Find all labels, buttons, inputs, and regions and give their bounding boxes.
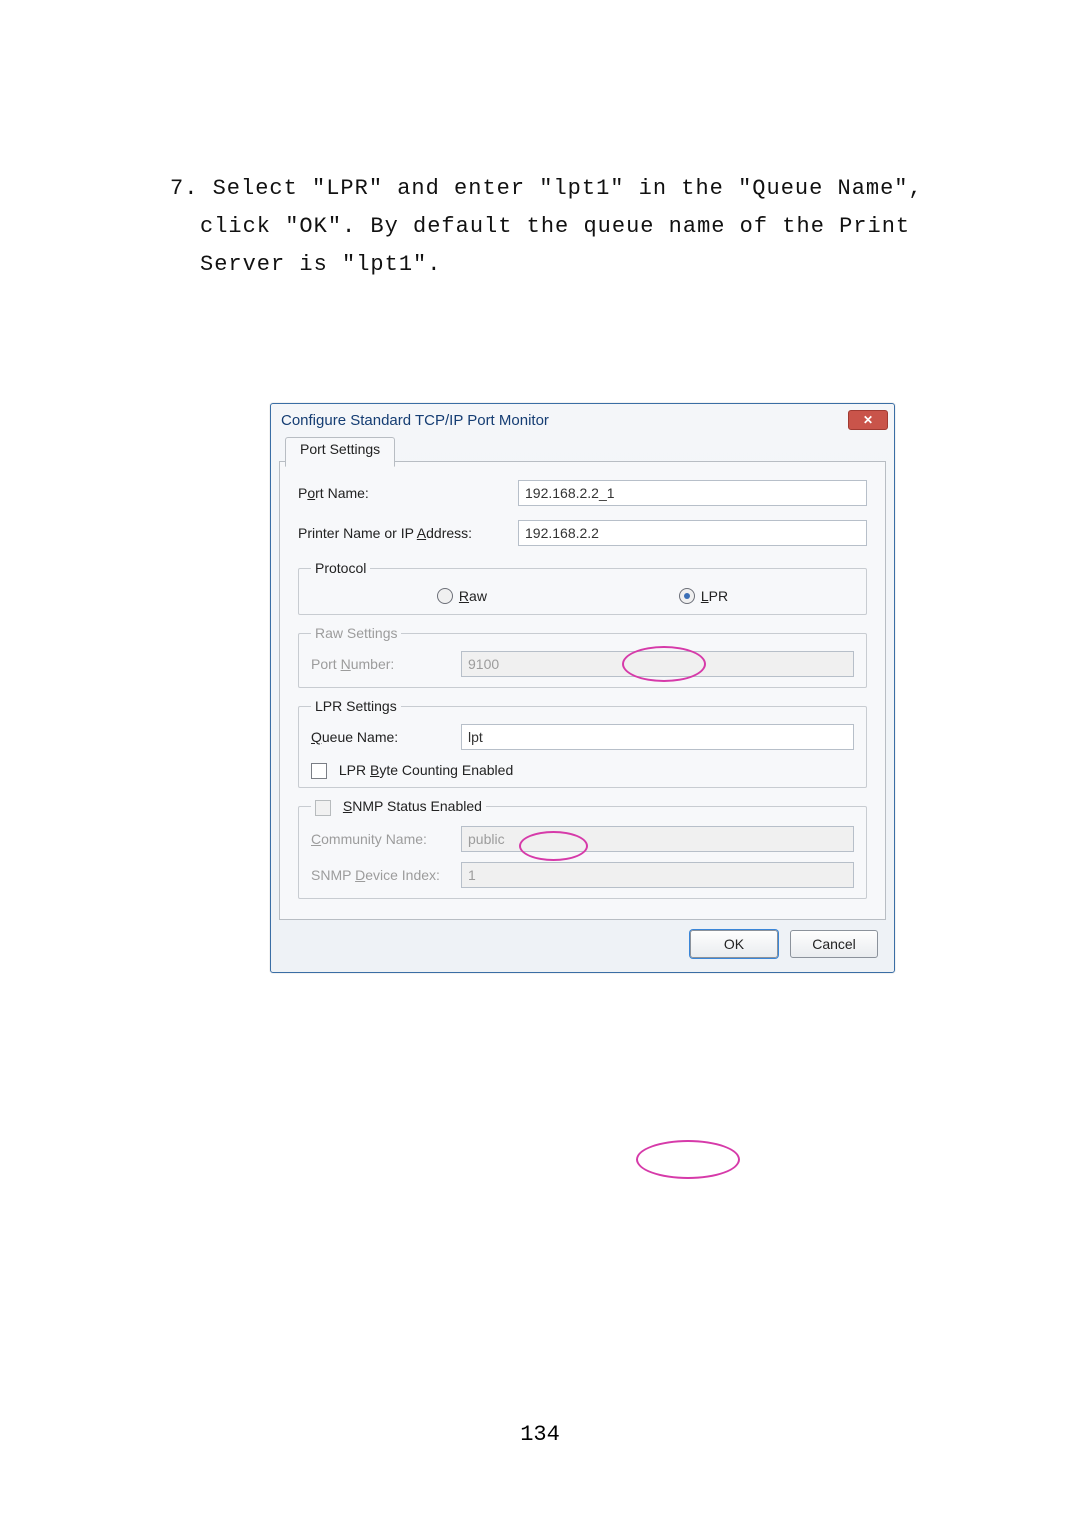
highlight-ok-ellipse [636,1140,740,1179]
page: 7. Select "LPR" and enter "lpt1" in the … [0,0,1080,1527]
lpr-radio[interactable]: LPR [679,588,728,604]
tab-page: Port Name: Printer Name or IP Address: P… [279,461,886,920]
ip-address-label: Printer Name or IP Address: [298,525,518,541]
page-number: 134 [0,1422,1080,1447]
raw-label: Raw [459,588,487,604]
device-index-input [461,862,854,888]
snmp-legend[interactable]: SNMP Status Enabled [311,798,486,815]
lpr-label: LPR [701,588,728,604]
instruction-text: 7. Select "LPR" and enter "lpt1" in the … [200,170,950,284]
raw-settings-fieldset: Raw Settings Port Number: [298,625,867,688]
queue-name-input[interactable] [461,724,854,750]
port-name-label: Port Name: [298,485,518,501]
snmp-fieldset: SNMP Status Enabled Community Name: SNMP… [298,798,867,898]
dialog-title: Configure Standard TCP/IP Port Monitor [281,412,549,429]
port-settings-dialog: Configure Standard TCP/IP Port Monitor ✕… [270,403,895,973]
port-number-label: Port Number: [311,656,461,672]
port-number-input [461,651,854,677]
tab-strip: Port Settings [279,434,886,462]
radio-icon [437,588,453,604]
ip-address-row: Printer Name or IP Address: [298,520,867,546]
port-name-row: Port Name: [298,480,867,506]
device-index-label: SNMP Device Index: [311,867,461,883]
raw-settings-legend: Raw Settings [311,625,401,641]
byte-counting-label: LPR Byte Counting Enabled [339,762,513,778]
cancel-button[interactable]: Cancel [790,930,878,958]
port-name-input[interactable] [518,480,867,506]
community-name-input [461,826,854,852]
raw-radio[interactable]: Raw [437,588,487,604]
checkbox-icon [315,800,331,816]
dialog-titlebar: Configure Standard TCP/IP Port Monitor ✕ [271,404,894,434]
lpr-settings-legend: LPR Settings [311,698,401,714]
protocol-row: Raw LPR [311,586,854,606]
dialog-buttons: OK Cancel [271,930,894,972]
protocol-legend: Protocol [311,560,370,576]
radio-icon [679,588,695,604]
ok-button[interactable]: OK [690,930,778,958]
community-name-label: Community Name: [311,831,461,847]
close-icon[interactable]: ✕ [848,410,888,430]
ip-address-input[interactable] [518,520,867,546]
protocol-fieldset: Protocol Raw LPR [298,560,867,615]
tab-port-settings[interactable]: Port Settings [285,437,395,467]
queue-name-label: Queue Name: [311,729,461,745]
lpr-settings-fieldset: LPR Settings Queue Name: LPR Byte Counti… [298,698,867,788]
checkbox-icon [311,763,327,779]
byte-counting-row[interactable]: LPR Byte Counting Enabled [311,762,854,779]
